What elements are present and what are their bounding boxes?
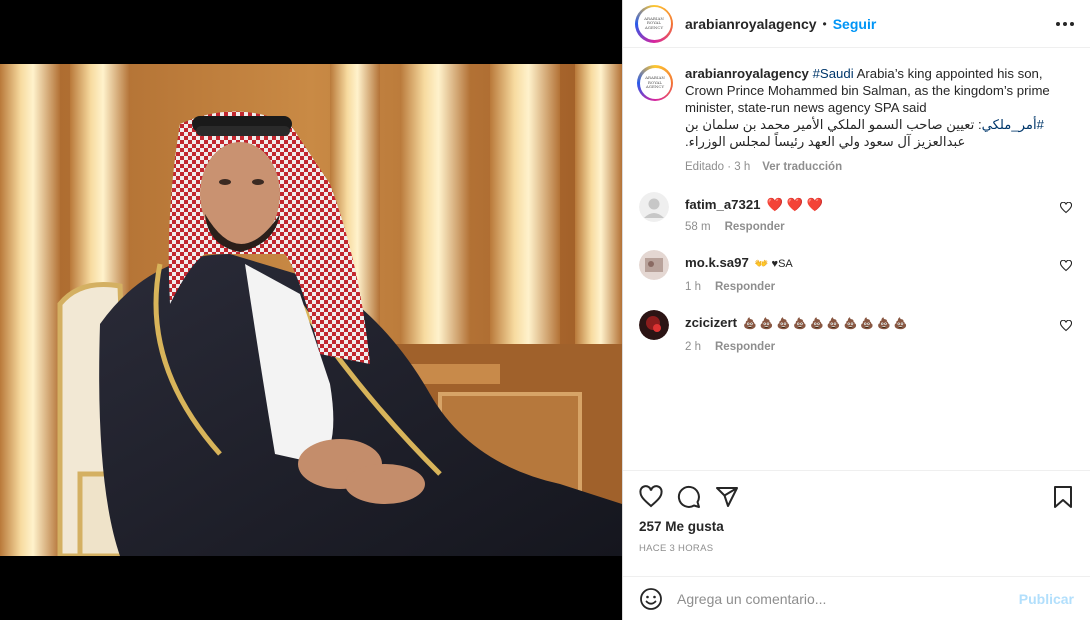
like-comment-icon[interactable]: [1060, 260, 1072, 272]
comment-time: 2 h: [685, 341, 701, 353]
like-comment-icon[interactable]: [1060, 320, 1072, 332]
comment-time: 1 h: [685, 281, 701, 293]
caption-arabic-text: : تعيين صاحب السمو الملكي الأمير محمد بن…: [685, 117, 982, 149]
author-avatar[interactable]: ARABIAN ROYAL AGENCY: [635, 4, 673, 43]
reply-button[interactable]: Responder: [725, 221, 785, 233]
comment-text: 👐 ♥SA: [754, 258, 793, 270]
like-count[interactable]: 257 Me gusta: [639, 519, 1074, 534]
caption-meta: Editado · 3 h Ver traducción: [685, 159, 1065, 176]
post-header: ARABIAN ROYAL AGENCY arabianroyalagency …: [623, 0, 1090, 48]
caption-avatar-logo: ARABIAN ROYAL AGENCY: [639, 67, 671, 99]
reply-button[interactable]: Responder: [715, 281, 775, 293]
author-username[interactable]: arabianroyalagency: [685, 16, 817, 32]
post-photo[interactable]: [0, 64, 622, 556]
caption-author-avatar[interactable]: ARABIAN ROYAL AGENCY: [637, 65, 673, 101]
translate-button[interactable]: Ver traducción: [762, 159, 842, 176]
emoji-icon[interactable]: [639, 587, 663, 611]
comment-item: mo.k.sa97 👐 ♥SA 1 h Responder: [637, 250, 1074, 293]
commenter-avatar[interactable]: [639, 310, 669, 340]
commenter-avatar[interactable]: [639, 250, 669, 280]
more-options-icon[interactable]: [1056, 21, 1074, 26]
caption-arabic: #أمر_ملكي: تعيين صاحب السمو الملكي الأمي…: [685, 116, 1065, 150]
post-actions: 257 Me gusta HACE 3 HORAS: [623, 470, 1090, 575]
author-avatar-logo: ARABIAN ROYAL AGENCY: [637, 7, 671, 40]
follow-button[interactable]: Seguir: [833, 16, 877, 32]
caption-hashtag[interactable]: #Saudi: [813, 66, 854, 81]
caption-arabic-hashtag[interactable]: #أمر_ملكي: [982, 117, 1044, 132]
separator-dot: •: [822, 16, 827, 31]
post-sidebar: ARABIAN ROYAL AGENCY arabianroyalagency …: [622, 0, 1090, 620]
caption: ARABIAN ROYAL AGENCY arabianroyalagency …: [637, 65, 1074, 176]
comment-username[interactable]: mo.k.sa97: [685, 255, 749, 270]
like-icon[interactable]: [639, 485, 663, 509]
share-icon[interactable]: [715, 485, 739, 509]
caption-username[interactable]: arabianroyalagency: [685, 66, 809, 81]
caption-text: arabianroyalagency #Saudi Arabia’s king …: [685, 65, 1065, 116]
post-media: [0, 0, 622, 620]
comment-text: ❤️ ❤️ ❤️: [766, 197, 824, 212]
save-bookmark-icon[interactable]: [1052, 485, 1074, 509]
reply-button[interactable]: Responder: [715, 341, 775, 353]
comment-text: 💩 💩 💩 💩 💩 💩 💩 💩 💩 💩: [743, 318, 908, 330]
add-comment-bar: Publicar: [623, 576, 1090, 620]
comment-item: fatim_a7321 ❤️ ❤️ ❤️ 58 m Responder: [637, 192, 1074, 233]
instagram-post-modal: ARABIAN ROYAL AGENCY arabianroyalagency …: [0, 0, 1090, 620]
like-comment-icon[interactable]: [1060, 202, 1072, 214]
comment-username[interactable]: fatim_a7321: [685, 197, 761, 212]
comment-item: zcicizert 💩 💩 💩 💩 💩 💩 💩 💩 💩 💩 2 h Responde…: [637, 310, 1074, 353]
comment-time: 58 m: [685, 221, 711, 233]
comment-username[interactable]: zcicizert: [685, 315, 737, 330]
comments-list[interactable]: ARABIAN ROYAL AGENCY arabianroyalagency …: [623, 49, 1090, 469]
edited-label: Editado · 3 h: [685, 161, 751, 173]
comment-input[interactable]: [677, 590, 1019, 607]
post-timestamp[interactable]: HACE 3 HORAS: [639, 543, 1074, 554]
commenter-avatar[interactable]: [639, 192, 669, 222]
publish-button[interactable]: Publicar: [1019, 591, 1074, 607]
comment-icon[interactable]: [677, 485, 701, 509]
